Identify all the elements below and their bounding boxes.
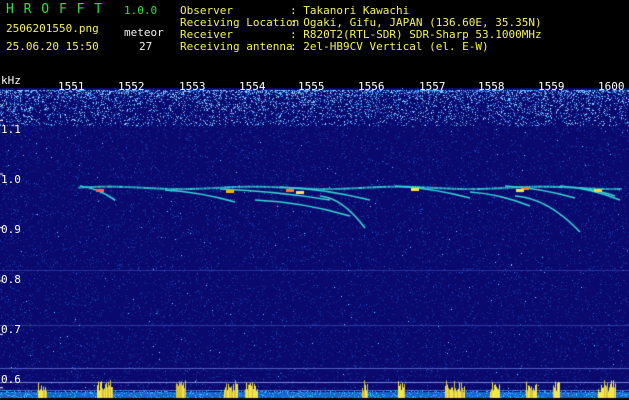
datetime: 25.06.20 15:50 <box>6 40 99 53</box>
time-tick: 1553 <box>179 80 206 93</box>
time-tick: 1551 <box>58 80 85 93</box>
time-tick: 1552 <box>118 80 145 93</box>
antenna-value: : 2el-HB9CV Vertical (el. E-W) <box>290 40 489 53</box>
spectrogram-canvas <box>0 0 629 400</box>
freq-tick: 1.0 <box>1 173 21 186</box>
freq-tick: 1.1 <box>1 123 21 136</box>
antenna-label: Receiving antenna <box>180 40 293 53</box>
time-tick: 1556 <box>358 80 385 93</box>
app-version: 1.0.0 <box>124 4 158 17</box>
freq-tick: 0.8 <box>1 273 21 286</box>
time-tick: 1559 <box>538 80 565 93</box>
time-tick: 1558 <box>478 80 505 93</box>
filename: 2506201550.png <box>6 22 99 35</box>
freq-tick: 0.7 <box>1 323 21 336</box>
time-tick: 1555 <box>298 80 325 93</box>
app-name: H R O F F T <box>6 2 104 17</box>
time-tick: 1557 <box>419 80 446 93</box>
freq-unit-label: kHz <box>1 74 21 87</box>
freq-tick: 0.6 <box>1 373 21 386</box>
meteor-count: 27 <box>139 40 153 53</box>
meteor-label: meteor <box>124 26 164 39</box>
time-tick: 1554 <box>239 80 266 93</box>
time-tick: 1600 <box>598 80 625 93</box>
hrofft-window: H R O F F T 1.0.0 2506201550.png meteor … <box>0 0 629 400</box>
freq-tick: 0.9 <box>1 223 21 236</box>
